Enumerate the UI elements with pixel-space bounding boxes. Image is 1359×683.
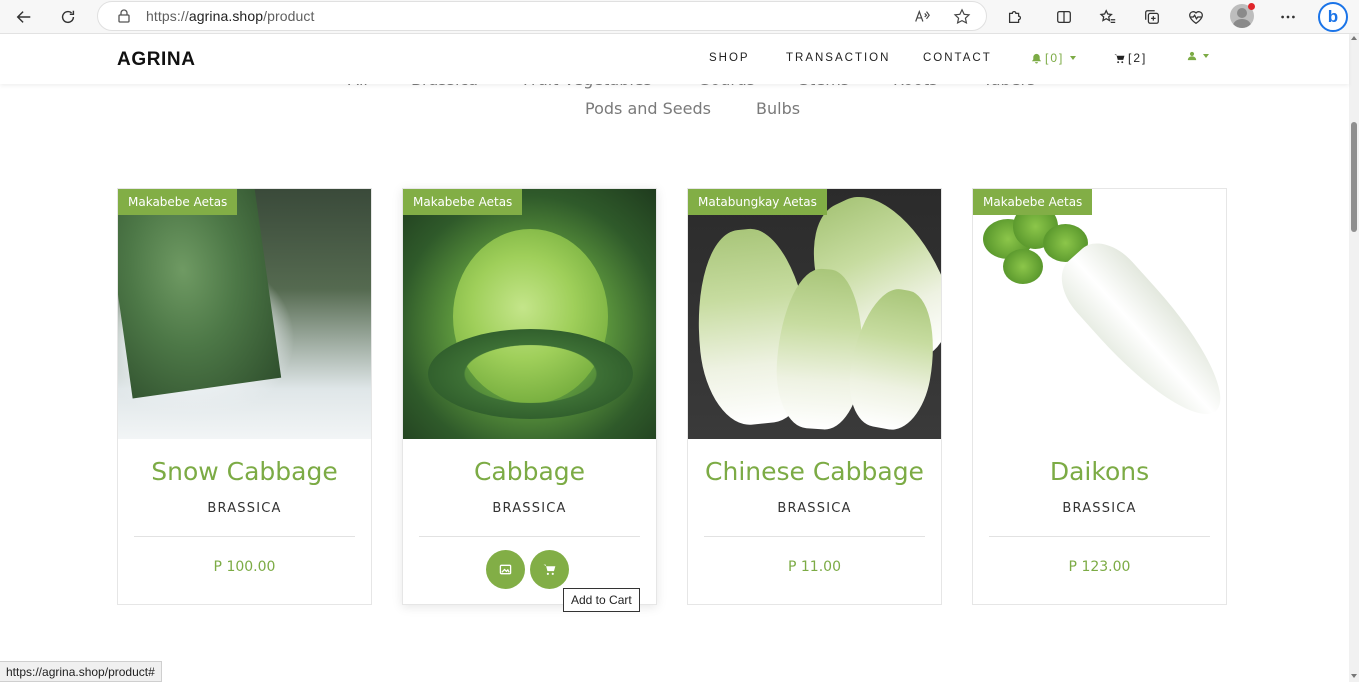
nav-cart[interactable]: [2]	[1114, 51, 1147, 65]
product-price: P 100.00	[213, 559, 276, 575]
card-actions	[486, 550, 569, 589]
category-bulbs[interactable]: Bulbs	[756, 99, 800, 118]
nav-shop[interactable]: SHOP	[709, 52, 750, 64]
bell-icon	[1031, 53, 1042, 64]
cart-icon	[543, 564, 556, 575]
puzzle-icon	[1008, 10, 1022, 24]
extensions-button[interactable]	[1000, 2, 1030, 32]
product-image-cabbage[interactable]: Makabebe Aetas	[403, 189, 656, 439]
product-name[interactable]: Snow Cabbage	[118, 457, 371, 486]
site-navbar: AGRINA SHOP TRANSACTION CONTACT [0] [2]	[0, 34, 1349, 84]
product-image-chinese-cabbage[interactable]: Matabungkay Aetas	[688, 189, 941, 439]
chevron-down-icon	[1203, 54, 1209, 58]
product-name[interactable]: Chinese Cabbage	[688, 457, 941, 486]
seller-badge: Makabebe Aetas	[118, 189, 238, 215]
nav-contact[interactable]: CONTACT	[923, 52, 992, 64]
browser-essentials-button[interactable]	[1181, 2, 1211, 32]
bing-copilot-button[interactable]: b	[1318, 2, 1348, 32]
cart-count: [2]	[1128, 51, 1148, 65]
read-aloud-icon	[915, 9, 930, 22]
view-details-button[interactable]	[486, 550, 525, 589]
scroll-down-arrow-icon[interactable]	[1351, 674, 1357, 678]
nav-user-menu[interactable]	[1187, 51, 1209, 61]
status-bar-url: https://agrina.shop/product#	[0, 661, 162, 682]
image-icon	[499, 564, 512, 575]
browser-toolbar: https://agrina.shop/product b	[0, 0, 1359, 34]
scrollbar-thumb[interactable]	[1351, 122, 1357, 232]
card-divider	[989, 536, 1210, 537]
back-arrow-icon	[16, 11, 31, 23]
product-name[interactable]: Daikons	[973, 457, 1226, 486]
collections-icon	[1145, 10, 1159, 24]
seller-badge: Matabungkay Aetas	[688, 189, 827, 215]
product-category: BRASSICA	[777, 501, 852, 516]
refresh-icon	[61, 10, 75, 24]
cart-icon	[1114, 53, 1125, 63]
notifications-count: [0]	[1045, 51, 1065, 65]
user-icon	[1187, 51, 1197, 61]
bing-icon: b	[1327, 7, 1339, 26]
product-image-daikons[interactable]: Makabebe Aetas	[973, 189, 1226, 439]
category-pods-and-seeds[interactable]: Pods and Seeds	[585, 99, 711, 118]
read-aloud-button[interactable]	[910, 5, 934, 29]
back-button[interactable]	[9, 2, 39, 32]
product-image-snow-cabbage[interactable]: Makabebe Aetas	[118, 189, 371, 439]
url-text: https://agrina.shop/product	[146, 8, 315, 24]
product-card[interactable]: Matabungkay Aetas Chinese Cabbage BRASSI…	[687, 188, 942, 605]
more-horizontal-icon	[1281, 15, 1295, 19]
product-price: P 123.00	[1068, 559, 1131, 575]
seller-badge: Makabebe Aetas	[973, 189, 1093, 215]
card-divider	[704, 536, 925, 537]
collections-button[interactable]	[1137, 2, 1167, 32]
scroll-up-arrow-icon[interactable]	[1351, 36, 1357, 40]
address-bar[interactable]: https://agrina.shop/product	[97, 1, 987, 31]
product-category: BRASSICA	[1062, 501, 1137, 516]
add-to-cart-button[interactable]	[530, 550, 569, 589]
page-scrollbar[interactable]	[1349, 34, 1359, 682]
favorites-list-icon	[1099, 9, 1116, 24]
product-card[interactable]: Makabebe Aetas Snow Cabbage BRASSICA P 1…	[117, 188, 372, 605]
notification-dot	[1248, 3, 1255, 10]
card-divider	[419, 536, 640, 537]
card-divider	[134, 536, 355, 537]
refresh-button[interactable]	[53, 2, 83, 32]
favorite-star-button[interactable]	[950, 5, 974, 29]
heart-pulse-icon	[1189, 11, 1203, 25]
split-screen-button[interactable]	[1049, 2, 1079, 32]
product-card[interactable]: Makabebe Aetas Daikons BRASSICA P 123.00	[972, 188, 1227, 605]
star-icon	[953, 8, 971, 25]
product-category: BRASSICA	[492, 501, 567, 516]
nav-notifications[interactable]: [0]	[1031, 51, 1077, 65]
favorites-button[interactable]	[1093, 2, 1123, 32]
product-category: BRASSICA	[207, 501, 282, 516]
chevron-down-icon	[1070, 56, 1077, 60]
product-name[interactable]: Cabbage	[403, 457, 656, 486]
add-to-cart-tooltip: Add to Cart	[563, 588, 640, 612]
settings-more-button[interactable]	[1273, 2, 1303, 32]
brand-logo[interactable]: AGRINA	[117, 49, 196, 71]
product-price: P 11.00	[788, 559, 841, 575]
seller-badge: Makabebe Aetas	[403, 189, 523, 215]
nav-transaction[interactable]: TRANSACTION	[786, 52, 890, 64]
split-screen-icon	[1057, 10, 1071, 24]
product-card[interactable]: Makabebe Aetas Cabbage BRASSICA	[402, 188, 657, 605]
lock-icon	[118, 9, 130, 23]
